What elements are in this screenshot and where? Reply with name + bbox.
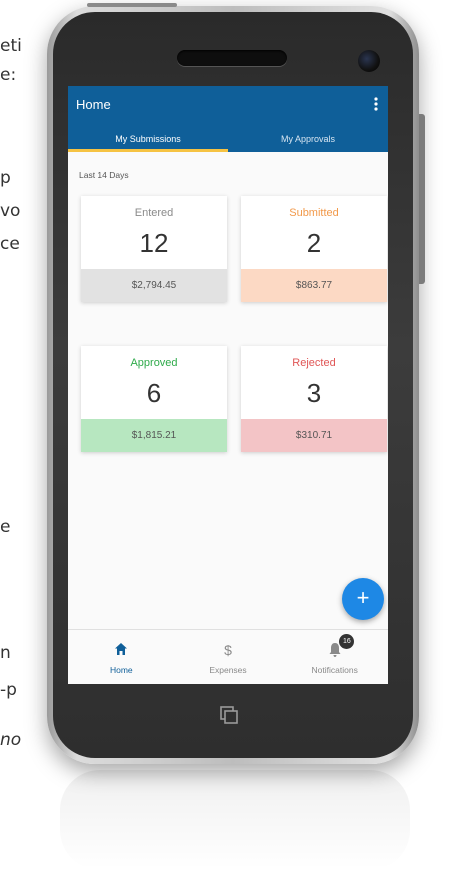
status-card-approved[interactable]: Approved 6 $1,815.21 bbox=[81, 346, 227, 452]
card-count: 6 bbox=[146, 378, 162, 408]
status-card-submitted[interactable]: Submitted 2 $863.77 bbox=[241, 196, 387, 302]
power-button bbox=[87, 3, 177, 7]
tab-my-approvals[interactable]: My Approvals bbox=[228, 128, 388, 152]
add-expense-button[interactable]: + bbox=[342, 578, 384, 620]
nav-label: Home bbox=[109, 665, 133, 675]
nav-item-home[interactable]: Home bbox=[68, 630, 175, 684]
nav-label: Expenses bbox=[209, 665, 247, 675]
card-count: 2 bbox=[306, 228, 322, 258]
card-status-label: Submitted bbox=[289, 207, 339, 219]
nav-item-notifications[interactable]: 16 Notifications bbox=[281, 630, 388, 684]
tab-my-submissions[interactable]: My Submissions bbox=[68, 128, 228, 152]
bell-icon bbox=[281, 642, 388, 658]
card-amount: $863.77 bbox=[241, 269, 387, 302]
volume-button bbox=[419, 114, 425, 284]
status-card-rejected[interactable]: Rejected 3 $310.71 bbox=[241, 346, 387, 452]
home-icon bbox=[68, 642, 175, 658]
card-status-label: Entered bbox=[134, 207, 174, 219]
card-amount: $2,794.45 bbox=[81, 269, 227, 302]
nav-label: Notifications bbox=[311, 665, 358, 675]
card-count: 12 bbox=[139, 228, 169, 258]
tab-bar: My Submissions My Approvals bbox=[68, 128, 388, 152]
card-status-label: Rejected bbox=[292, 357, 336, 369]
phone-reflection bbox=[60, 770, 410, 870]
bottom-navigation: Home $ Expenses 16 Notifications bbox=[68, 629, 388, 684]
period-label: Last 14 Days bbox=[79, 170, 129, 180]
nav-item-expenses[interactable]: $ Expenses bbox=[175, 630, 282, 684]
front-camera bbox=[358, 50, 380, 72]
card-status-label: Approved bbox=[130, 357, 178, 369]
page-title: Home bbox=[76, 97, 111, 112]
app-bar: Home My Submissions My Approvals bbox=[68, 86, 388, 152]
card-count: 3 bbox=[306, 378, 322, 408]
more-options-icon[interactable] bbox=[370, 96, 382, 112]
speaker-grille bbox=[177, 50, 287, 66]
app-screen: Home My Submissions My Approvals Last 14… bbox=[68, 86, 388, 684]
recent-apps-icon[interactable] bbox=[218, 704, 240, 726]
dollar-icon: $ bbox=[224, 642, 232, 658]
card-amount: $310.71 bbox=[241, 419, 387, 452]
status-card-entered[interactable]: Entered 12 $2,794.45 bbox=[81, 196, 227, 302]
card-amount: $1,815.21 bbox=[81, 419, 227, 452]
